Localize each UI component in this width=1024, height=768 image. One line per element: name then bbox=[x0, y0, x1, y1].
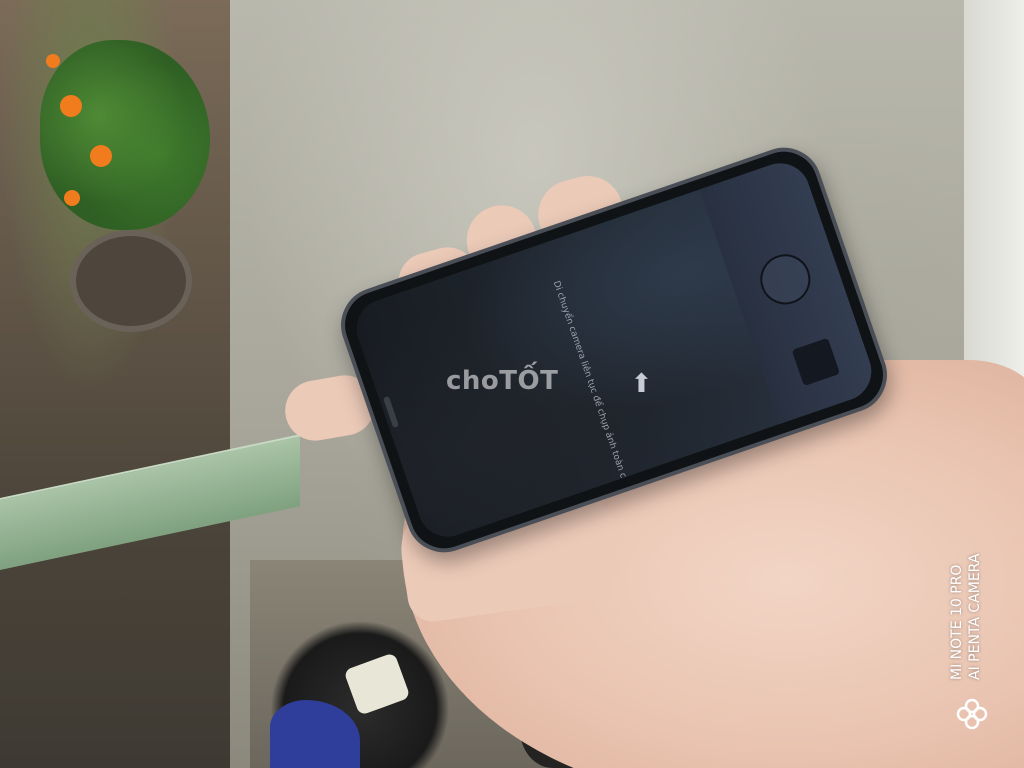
orange-flower bbox=[90, 145, 112, 167]
photo-scene: Di chuyển camera liên tục để chụp ảnh to… bbox=[0, 0, 1024, 768]
camera-logo-icon bbox=[956, 698, 988, 730]
orange-flower bbox=[64, 190, 80, 206]
chotot-watermark: choTỐT bbox=[446, 366, 559, 396]
arrow-up-icon: ⬆ bbox=[630, 368, 653, 399]
orange-flower bbox=[60, 95, 82, 117]
plant-pot bbox=[70, 230, 192, 332]
shutter-button bbox=[753, 247, 818, 312]
camera-stamp-text: MI NOTE 10 PRO AI PENTA CAMERA bbox=[948, 500, 984, 680]
camera-model-text: MI NOTE 10 PRO bbox=[949, 564, 965, 680]
gallery-thumbnail bbox=[791, 337, 841, 387]
panorama-hint-text: Di chuyển camera liên tục để chụp ảnh to… bbox=[550, 279, 634, 496]
orange-flower bbox=[46, 54, 60, 68]
camera-feature-text: AI PENTA CAMERA bbox=[967, 553, 983, 680]
